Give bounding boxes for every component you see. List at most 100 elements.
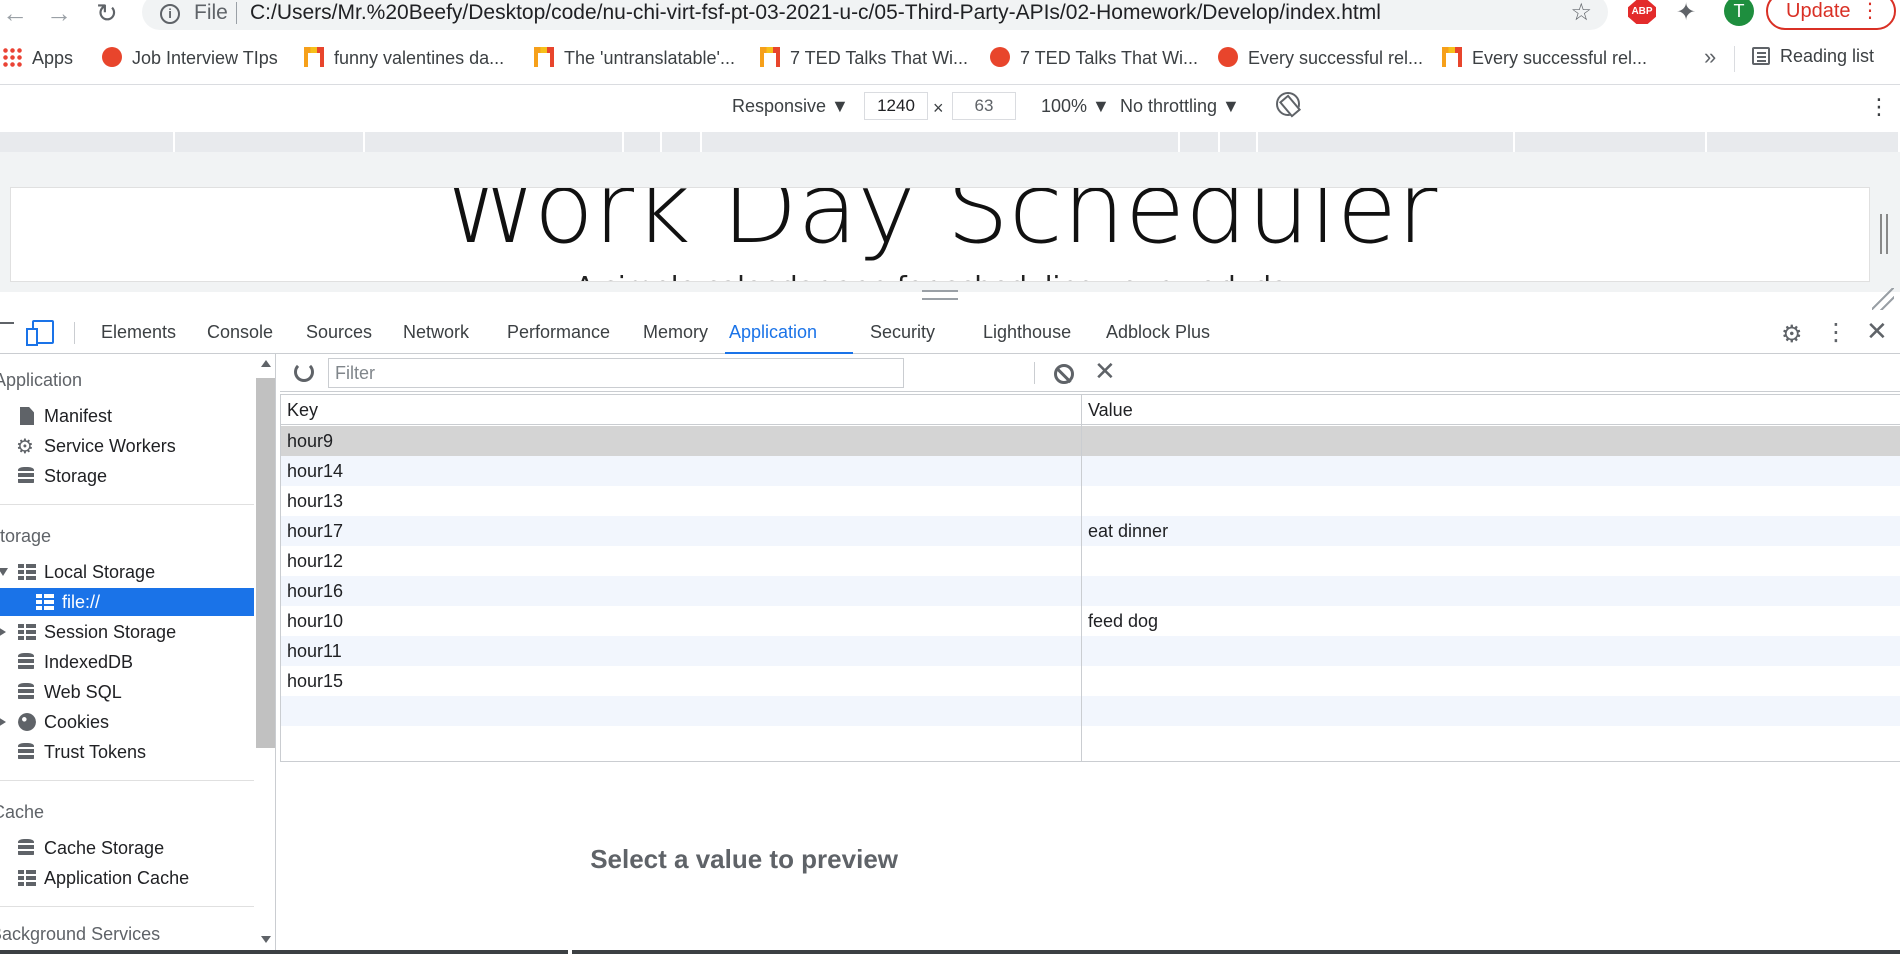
column-divider[interactable] [1081, 395, 1082, 761]
tab-network[interactable]: Network [399, 312, 473, 354]
device-mode-select[interactable]: Responsive ▼ [732, 96, 849, 117]
delete-selected-icon[interactable]: ✕ [1094, 356, 1116, 387]
update-button[interactable]: Update ⋮ [1766, 0, 1896, 30]
tab-lighthouse[interactable]: Lighthouse [979, 312, 1075, 354]
tab-elements[interactable]: Elements [97, 312, 180, 354]
scroll-down-arrow-icon[interactable] [261, 936, 271, 943]
refresh-icon[interactable] [294, 362, 314, 382]
ruler-tick [1513, 132, 1515, 152]
tab-performance[interactable]: Performance [503, 312, 614, 354]
table-row[interactable]: hour11 [281, 636, 1900, 666]
sidebar-item-service-workers[interactable]: ⚙ Service Workers [0, 432, 254, 460]
value-preview-pane: Select a value to preview [280, 762, 1900, 954]
sidebar-scroll-thumb[interactable] [256, 378, 275, 748]
collapsed-triangle-icon[interactable] [0, 717, 6, 727]
extensions-puzzle-icon[interactable]: ✦ [1676, 0, 1696, 27]
bookmark-item[interactable]: The 'untranslatable'... [534, 46, 735, 70]
info-icon[interactable]: i [160, 4, 180, 24]
viewport-resize-handle[interactable] [1880, 214, 1888, 254]
more-vert-icon[interactable]: ⋮ [1824, 318, 1848, 347]
viewport-drag-handle[interactable] [922, 290, 958, 300]
document-icon [20, 402, 34, 430]
grid-icon [18, 618, 36, 646]
bookmark-item[interactable]: 7 TED Talks That Wi... [760, 46, 968, 70]
filter-input[interactable] [328, 358, 904, 388]
sidebar-item-label: Service Workers [44, 436, 176, 456]
bookmark-item[interactable]: Every successful rel... [1442, 46, 1647, 70]
bookmark-item[interactable]: Every successful rel... [1218, 46, 1423, 70]
sidebar-item-trust-tokens[interactable]: Trust Tokens [0, 738, 254, 766]
reading-list-icon [1752, 47, 1770, 65]
sidebar-item-label: Manifest [44, 406, 113, 426]
tab-console[interactable]: Console [203, 312, 277, 354]
sidebar-item-indexeddb[interactable]: IndexedDB [0, 648, 254, 676]
sidebar-item-cookies[interactable]: Cookies [0, 708, 254, 736]
url-text[interactable]: C:/Users/Mr.%20Beefy/Desktop/code/nu-chi… [250, 1, 1381, 25]
more-vert-icon[interactable]: ⋮ [1868, 94, 1890, 120]
viewport-corner-resize-icon[interactable] [1872, 288, 1894, 310]
adblock-plus-icon[interactable]: ABP [1628, 0, 1656, 24]
back-arrow-icon[interactable]: ← [2, 0, 28, 26]
zoom-select[interactable]: 100% ▼ [1041, 96, 1110, 117]
expanded-triangle-icon[interactable] [0, 568, 8, 576]
dimension-separator: × [933, 98, 944, 118]
red-circle-icon [102, 47, 122, 67]
bookmark-apps[interactable]: Apps [2, 46, 73, 70]
viewport-height-input[interactable]: 63 [952, 92, 1016, 120]
tab-adblock-plus[interactable]: Adblock Plus [1102, 312, 1214, 354]
table-row[interactable]: hour14 [281, 456, 1900, 486]
bookmark-item[interactable]: 7 TED Talks That Wi... [990, 46, 1198, 70]
sidebar-item-web-sql[interactable]: Web SQL [0, 678, 254, 706]
profile-avatar[interactable]: T [1724, 0, 1754, 26]
inspect-element-icon[interactable] [0, 322, 14, 342]
settings-gear-icon[interactable]: ⚙ [1781, 320, 1803, 349]
media-query-ruler [0, 132, 1900, 152]
scroll-up-arrow-icon[interactable] [261, 360, 271, 367]
table-row[interactable]: hour13 [281, 486, 1900, 516]
rotate-icon[interactable] [1276, 92, 1300, 116]
table-row[interactable]: hour12 [281, 546, 1900, 576]
table-row[interactable]: hour9 [281, 426, 1900, 456]
window-bottom-edge [0, 950, 1900, 954]
column-header-key[interactable]: Key [281, 395, 318, 425]
ruler-tick [1178, 132, 1180, 152]
reading-list-button[interactable]: Reading list [1752, 46, 1874, 67]
bookmark-label: The 'untranslatable'... [564, 48, 735, 68]
reload-icon[interactable]: ↻ [96, 0, 118, 26]
sidebar-item-local-storage[interactable]: Local Storage [0, 558, 254, 586]
ruler-bar[interactable] [0, 132, 1898, 152]
viewport-width-input[interactable]: 1240 [864, 92, 928, 120]
throttling-select[interactable]: No throttling ▼ [1120, 96, 1240, 117]
tab-security[interactable]: Security [866, 312, 939, 354]
grid-icon [18, 864, 36, 892]
device-toolbar: Responsive ▼ 1240 × 63 100% ▼ No throttl… [0, 90, 1900, 124]
tab-application[interactable]: Application [725, 312, 853, 354]
table-row[interactable]: hour16 [281, 576, 1900, 606]
sidebar-item-cache-storage[interactable]: Cache Storage [0, 834, 254, 862]
sidebar-item-application-cache[interactable]: Application Cache [0, 864, 254, 892]
more-bookmarks-chevron-icon[interactable]: » [1704, 44, 1716, 70]
device-toggle-icon[interactable] [26, 320, 54, 346]
page-preview[interactable]: Work Day Scheduler A simple calendar app… [10, 187, 1870, 282]
forward-arrow-icon[interactable]: → [46, 0, 72, 26]
sidebar-item-file-origin[interactable]: file:// [0, 588, 254, 616]
sidebar-item-session-storage[interactable]: Session Storage [0, 618, 254, 646]
empty-table-row[interactable] [281, 696, 1900, 726]
sidebar-item-manifest[interactable]: Manifest [0, 402, 254, 430]
clear-all-icon[interactable] [1054, 364, 1074, 384]
bookmark-star-icon[interactable]: ☆ [1570, 0, 1592, 27]
sidebar-item-storage[interactable]: Storage [0, 462, 254, 490]
key-cell: hour11 [287, 641, 342, 661]
tab-sources[interactable]: Sources [302, 312, 376, 354]
column-header-value[interactable]: Value [1082, 395, 1133, 425]
address-bar[interactable]: i File C:/Users/Mr.%20Beefy/Desktop/code… [142, 0, 1608, 30]
bookmark-item[interactable]: Job Interview TIps [102, 46, 278, 70]
table-row[interactable]: hour17 eat dinner [281, 516, 1900, 546]
close-icon[interactable]: ✕ [1866, 316, 1888, 347]
bookmark-item[interactable]: funny valentines da... [304, 46, 504, 70]
tab-memory[interactable]: Memory [639, 312, 712, 354]
table-row[interactable]: hour10 feed dog [281, 606, 1900, 636]
table-row[interactable]: hour15 [281, 666, 1900, 696]
bookmark-label: 7 TED Talks That Wi... [790, 48, 969, 68]
collapsed-triangle-icon[interactable] [0, 627, 6, 637]
